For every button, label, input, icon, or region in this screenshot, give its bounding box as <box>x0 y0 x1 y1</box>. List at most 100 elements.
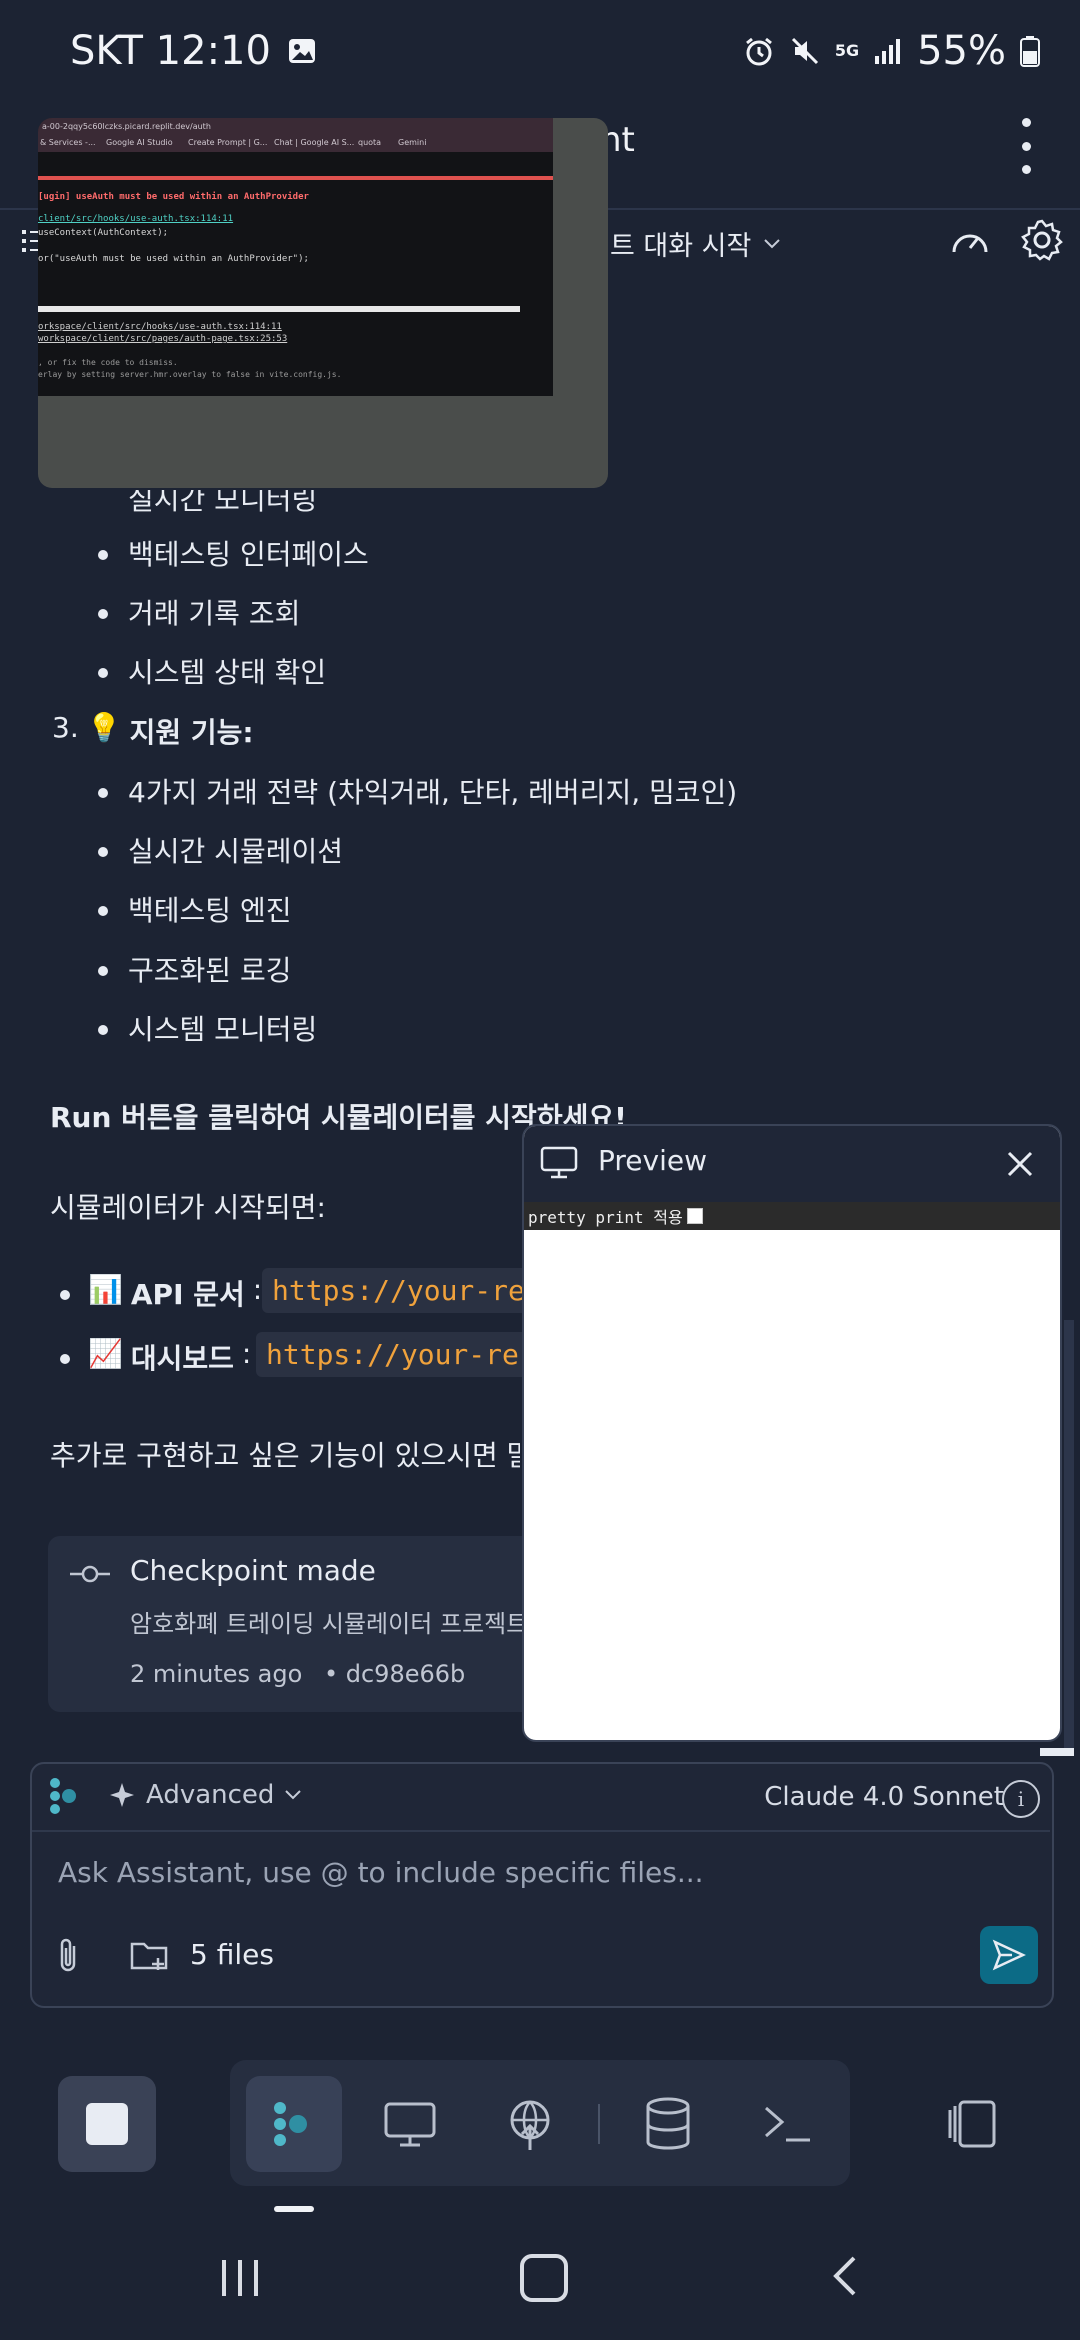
pip-tab: Gemini <box>398 138 427 147</box>
extra-text: 추가로 구현하고 싶은 기능이 있으시면 말 <box>50 1439 520 1472</box>
battery-percent: 55% <box>917 28 1006 74</box>
pip-code-line: or("useAuth must be used within an AuthP… <box>38 254 309 264</box>
list-item: 백테스팅 인터페이스 <box>128 538 369 571</box>
mode-label: Advanced <box>146 1780 275 1810</box>
started-text: 시뮬레이터가 시작되면: <box>50 1191 326 1224</box>
bullet <box>98 847 108 857</box>
pip-tab: quota <box>358 138 382 147</box>
pip-error-bar <box>38 176 553 180</box>
pip-hint: , or fix the code to dismiss. <box>38 358 178 367</box>
pip-browser-tabs: a-00-2qqy5c60lczks.picard.replit.dev/aut… <box>38 118 553 152</box>
recent-apps-icon[interactable] <box>218 2256 262 2300</box>
checkpoint-description: 암호화폐 트레이딩 시뮬레이터 프로젝트 <box>130 1610 529 1638</box>
assistant-logo-icon <box>50 1778 76 1814</box>
bullet <box>98 1025 108 1035</box>
assistant-input[interactable] <box>56 1855 960 1890</box>
list-item: 실시간 시뮬레이션 <box>128 835 343 868</box>
chevron-down-icon <box>285 1790 302 1800</box>
pip-hint: erlay by setting server.hmr.overlay to f… <box>38 370 342 379</box>
list-item: 백테스팅 엔진 <box>128 894 292 927</box>
pip-code-line: useContext(AuthContext); <box>38 228 169 238</box>
database-icon[interactable] <box>640 2096 696 2152</box>
monitor-icon[interactable] <box>382 2096 438 2152</box>
checkpoint-hash: • dc98e66b <box>323 1660 466 1688</box>
api-doc-item: 📊 API 문서: <box>88 1273 263 1311</box>
assistant-icon[interactable] <box>266 2096 322 2152</box>
bullet <box>60 1290 70 1300</box>
mute-icon <box>791 37 818 65</box>
api-doc-link[interactable]: https://your-re <box>262 1268 562 1313</box>
list-item: 시스템 상태 확인 <box>128 656 327 689</box>
composer-divider <box>32 1830 1050 1832</box>
scrollbar-track[interactable] <box>1064 1320 1074 1750</box>
carrier-time: SKT 12:10 <box>70 28 271 74</box>
chat-title-dropdown[interactable]: 트 대화 시작 <box>610 224 781 263</box>
mode-dropdown[interactable]: Advanced <box>108 1780 302 1810</box>
bullet <box>98 966 108 976</box>
checkpoint-time: 2 minutes ago <box>130 1660 303 1688</box>
more-menu-icon[interactable] <box>1008 118 1044 174</box>
info-icon[interactable]: i <box>1002 1780 1040 1818</box>
gear-icon[interactable] <box>1020 218 1064 262</box>
dashboard-link[interactable]: https://your-re <box>256 1332 562 1377</box>
resize-handle[interactable] <box>1040 1748 1074 1756</box>
pretty-print-checkbox[interactable] <box>686 1208 703 1224</box>
pretty-print-label: pretty print 적용 <box>528 1208 683 1227</box>
dashboard-item: 📈 대시보드: <box>88 1337 252 1375</box>
commit-icon <box>70 1565 110 1583</box>
preview-panel[interactable]: Preview pretty print 적용 <box>522 1124 1062 1742</box>
status-right: 5G 55% <box>743 28 1040 74</box>
bullet <box>98 609 108 619</box>
pip-tab: Google AI Studio <box>106 138 173 147</box>
section-title: 지원 기능: <box>129 716 254 749</box>
deploy-icon[interactable] <box>502 2096 558 2152</box>
terminal-icon[interactable] <box>760 2096 816 2152</box>
battery-icon <box>1020 36 1040 67</box>
gauge-icon[interactable] <box>948 220 992 264</box>
home-icon[interactable] <box>520 2254 568 2302</box>
list-item: 시스템 모니터링 <box>128 1013 318 1046</box>
pip-url: a-00-2qqy5c60lczks.picard.replit.dev/aut… <box>42 122 211 131</box>
signal-icon <box>875 39 901 64</box>
active-tab-indicator <box>274 2206 314 2212</box>
link-label: API 문서 <box>130 1278 245 1311</box>
status-left: SKT 12:10 <box>70 28 317 74</box>
bullet <box>98 550 108 560</box>
list-item: 구조화된 로깅 <box>128 954 292 987</box>
trend-icon: 📈 <box>88 1337 123 1370</box>
chart-icon: 📊 <box>88 1273 123 1306</box>
alarm-icon <box>745 37 772 66</box>
pip-stack-line: workspace/client/src/pages/auth-page.tsx… <box>38 334 288 344</box>
stop-button[interactable] <box>58 2076 156 2172</box>
lightbulb-icon: 💡 <box>86 711 122 744</box>
pip-tab: Chat | Google AI S... <box>274 138 355 147</box>
back-icon[interactable] <box>830 2254 860 2298</box>
files-count[interactable]: 5 files <box>190 1938 274 1971</box>
preview-header: Preview <box>524 1126 1060 1202</box>
preview-title: Preview <box>598 1144 707 1177</box>
pip-stack-line: orkspace/client/src/hooks/use-auth.tsx:1… <box>38 322 282 332</box>
pip-error-title: [ugin] useAuth must be used within an Au… <box>38 192 309 202</box>
model-label[interactable]: Claude 4.0 Sonnet <box>764 1782 1004 1812</box>
pip-error-link: client/src/hooks/use-auth.tsx:114:11 <box>38 214 234 224</box>
split-view-icon[interactable] <box>944 2096 1000 2152</box>
send-button[interactable] <box>980 1926 1038 1984</box>
list-item: 거래 기록 조회 <box>128 597 301 630</box>
list-item: 4가지 거래 전략 (차익거래, 단타, 레버리지, 밈코인) <box>128 776 738 809</box>
pretty-print-option[interactable]: pretty print 적용 <box>528 1204 703 1228</box>
send-icon <box>992 1939 1026 1971</box>
attach-icon[interactable] <box>54 1936 84 1976</box>
pip-video-thumbnail[interactable]: a-00-2qqy5c60lczks.picard.replit.dev/aut… <box>38 118 608 488</box>
pip-highlight-bar <box>38 306 520 312</box>
close-icon[interactable] <box>1004 1148 1036 1180</box>
pretty-print-bar: pretty print 적용 <box>524 1202 1060 1230</box>
bullet <box>98 906 108 916</box>
checkpoint-title: Checkpoint made <box>130 1554 376 1587</box>
chat-title: 트 대화 시작 <box>610 231 752 262</box>
folder-icon[interactable] <box>130 1938 170 1974</box>
chevron-down-icon <box>764 238 781 248</box>
bullet <box>98 788 108 798</box>
section-heading: 3. 💡 지원 기능: <box>52 711 254 751</box>
section-number: 3. <box>52 711 79 744</box>
bullet <box>60 1354 70 1364</box>
